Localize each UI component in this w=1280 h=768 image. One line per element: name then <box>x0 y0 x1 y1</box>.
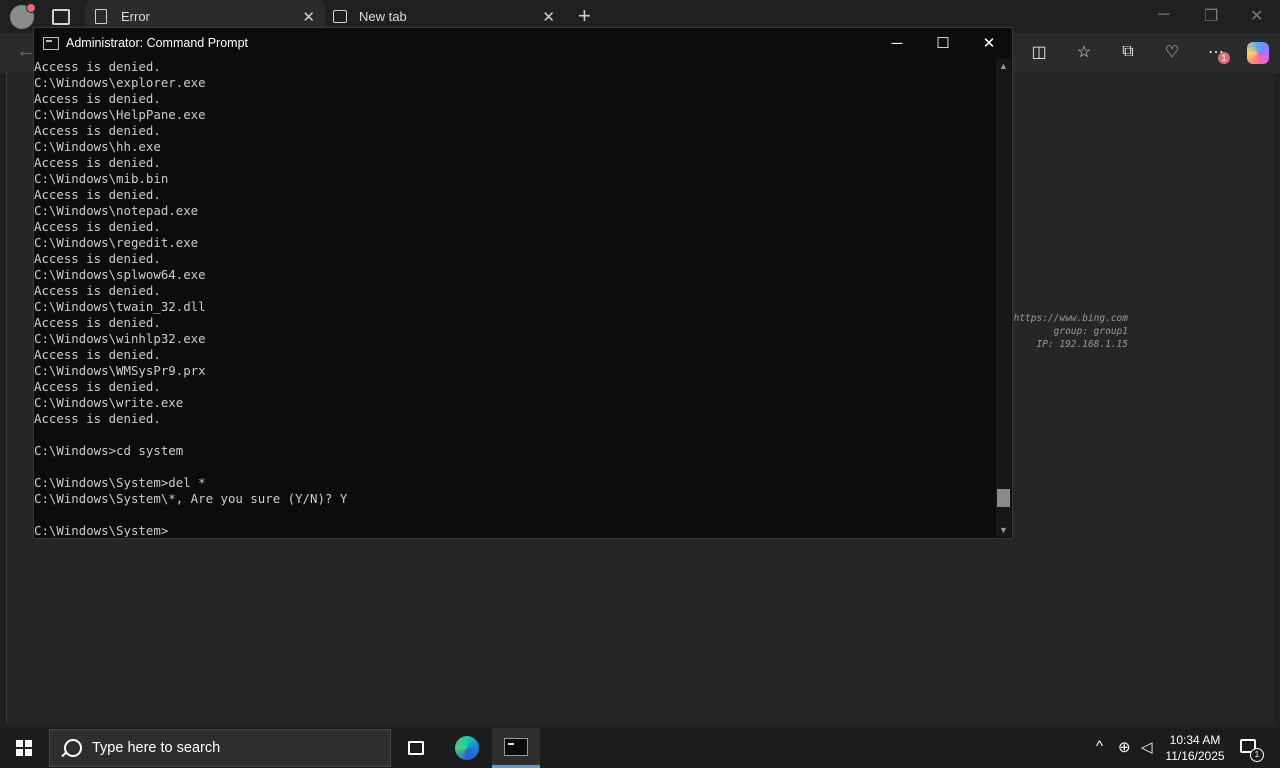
console-line: C:\Windows\write.exe <box>34 395 184 410</box>
console-line: Access is denied. <box>34 59 161 74</box>
new-tab-button[interactable]: + <box>578 3 591 29</box>
clock-time: 10:34 AM <box>1169 733 1221 747</box>
volume-muted-icon[interactable]: ◁ <box>1141 738 1153 756</box>
command-prompt-icon <box>504 737 528 756</box>
console-line: C:\Windows\splwow64.exe <box>34 267 206 282</box>
taskbar-cmd-button[interactable] <box>492 728 540 768</box>
bing-group: group: group1 <box>1053 326 1128 337</box>
cmd-title-bar[interactable]: Administrator: Command Prompt ─ ☐ ✕ <box>34 28 1012 58</box>
new-tab-page-icon <box>333 10 347 23</box>
bing-url: https://www.bing.com <box>1013 313 1128 324</box>
console-line: Access is denied. <box>34 155 161 170</box>
console-line: C:\Windows\hh.exe <box>34 139 161 154</box>
console-line: C:\Windows\WMSysPr9.prx <box>34 363 206 378</box>
console-line: Access is denied. <box>34 187 161 202</box>
cmd-close-button[interactable]: ✕ <box>966 28 1012 58</box>
console-line: C:\Windows\regedit.exe <box>34 235 199 250</box>
document-icon <box>95 9 107 24</box>
scroll-down-arrow-icon[interactable]: ▼ <box>996 523 1011 537</box>
console-line: Access is denied. <box>34 91 161 106</box>
task-view-button[interactable] <box>392 728 440 768</box>
console-line: C:\Windows\notepad.exe <box>34 203 199 218</box>
close-tab-icon[interactable]: ✕ <box>542 8 555 26</box>
search-placeholder: Type here to search <box>92 740 221 756</box>
tab-title: New tab <box>359 9 407 24</box>
collections-icon[interactable]: ⧉ <box>1117 41 1139 63</box>
favorites-star-icon[interactable]: ☆ <box>1073 41 1095 63</box>
console-line: Access is denied. <box>34 347 161 362</box>
taskbar-search-box[interactable]: Type here to search <box>49 729 391 767</box>
console-line: C:\Windows\System\*, Are you sure (Y/N)?… <box>34 491 348 506</box>
search-icon <box>64 739 82 757</box>
task-view-icon <box>408 741 424 755</box>
command-prompt-window[interactable]: Administrator: Command Prompt ─ ☐ ✕ Acce… <box>33 27 1013 539</box>
windows-taskbar: Type here to search ^ ⊕ ◁ 10:34 AM 11/16… <box>0 728 1280 768</box>
close-tab-icon[interactable]: ✕ <box>302 8 315 26</box>
console-line: C:\Windows\mib.bin <box>34 171 169 186</box>
edge-browser-icon <box>455 736 479 760</box>
split-screen-icon[interactable]: ◫ <box>1028 41 1050 63</box>
show-hidden-icons-chevron-icon[interactable]: ^ <box>1096 738 1103 755</box>
console-line: C:\Windows\System>del * <box>34 475 206 490</box>
copilot-icon[interactable] <box>1247 42 1269 64</box>
browser-restore-icon[interactable]: ❐ <box>1204 6 1218 26</box>
console-line: C:\Windows\System> <box>34 523 169 537</box>
console-line: Access is denied. <box>34 283 161 298</box>
scrollbar-thumb[interactable] <box>997 489 1010 507</box>
console-line: Access is denied. <box>34 379 161 394</box>
cmd-scrollbar[interactable]: ▲ ▼ <box>996 59 1011 537</box>
browser-close-icon[interactable]: ✕ <box>1250 6 1263 26</box>
bing-info-overlay: https://www.bing.com group: group1 IP: 1… <box>1006 312 1128 351</box>
console-line: C:\Windows\twain_32.dll <box>34 299 206 314</box>
console-line: Access is denied. <box>34 315 161 330</box>
taskbar-edge-button[interactable] <box>443 728 491 768</box>
scroll-up-arrow-icon[interactable]: ▲ <box>996 59 1011 73</box>
tab-title: Error <box>121 9 150 24</box>
console-line: Access is denied. <box>34 123 161 138</box>
profile-avatar-icon[interactable] <box>10 3 36 29</box>
console-line: Access is denied. <box>34 251 161 266</box>
console-line: Access is denied. <box>34 219 161 234</box>
tab-actions-icon[interactable] <box>52 9 70 25</box>
bing-ip: IP: 192.168.1.15 <box>1036 339 1128 350</box>
windows-start-icon[interactable] <box>16 740 32 756</box>
browser-essentials-icon[interactable]: ♡ <box>1161 41 1183 63</box>
browser-minimize-icon[interactable]: ─ <box>1158 6 1169 24</box>
taskbar-clock[interactable]: 10:34 AM 11/16/2025 <box>1160 732 1230 764</box>
console-line: C:\Windows>cd system <box>34 443 184 458</box>
cmd-minimize-button[interactable]: ─ <box>874 28 920 58</box>
clock-date: 11/16/2025 <box>1165 749 1225 763</box>
console-line: C:\Windows\HelpPane.exe <box>34 107 206 122</box>
notification-count-badge: 1 <box>1250 748 1264 762</box>
cmd-maximize-button[interactable]: ☐ <box>920 28 966 58</box>
cmd-console-output[interactable]: Access is denied. C:\Windows\explorer.exe… <box>34 59 996 537</box>
console-line: C:\Windows\winhlp32.exe <box>34 331 206 346</box>
console-line: C:\Windows\explorer.exe <box>34 75 206 90</box>
network-globe-icon[interactable]: ⊕ <box>1118 738 1131 756</box>
notification-badge: 1 <box>1218 52 1230 64</box>
cmd-window-title: Administrator: Command Prompt <box>66 36 249 50</box>
console-line: Access is denied. <box>34 411 161 426</box>
command-prompt-icon <box>43 36 59 50</box>
